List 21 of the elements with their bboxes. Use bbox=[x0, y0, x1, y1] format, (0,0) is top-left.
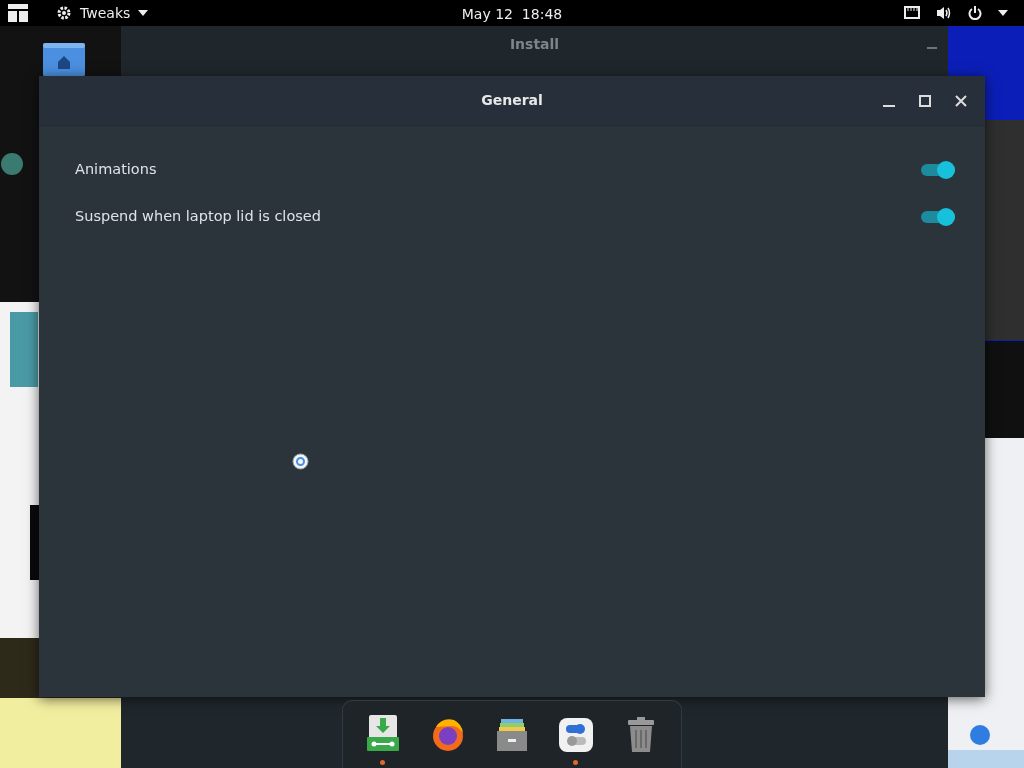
activities-icon[interactable] bbox=[8, 4, 28, 22]
toggle-switch[interactable] bbox=[921, 160, 955, 179]
caret-icon[interactable] bbox=[998, 10, 1008, 16]
volume-icon[interactable] bbox=[936, 6, 952, 20]
caret-icon bbox=[138, 10, 149, 16]
loading-icon bbox=[292, 453, 309, 470]
clock[interactable]: May 12 18:48 bbox=[461, 6, 563, 22]
home-folder-icon[interactable] bbox=[43, 43, 85, 77]
window-title: Install bbox=[509, 35, 560, 54]
network-icon[interactable] bbox=[904, 6, 920, 20]
minimize-icon bbox=[927, 47, 937, 49]
power-icon[interactable] bbox=[968, 6, 982, 20]
close-icon bbox=[955, 95, 967, 107]
maximize-icon bbox=[919, 95, 931, 107]
toggle-switch[interactable] bbox=[921, 207, 955, 226]
gear-icon bbox=[56, 5, 72, 21]
setting-label: Animations bbox=[75, 159, 157, 179]
setting-label: Suspend when laptop lid is closed bbox=[75, 206, 321, 226]
window-title: General bbox=[481, 91, 543, 110]
minimize-icon bbox=[883, 105, 895, 107]
app-menu[interactable]: Tweaks bbox=[52, 2, 153, 24]
